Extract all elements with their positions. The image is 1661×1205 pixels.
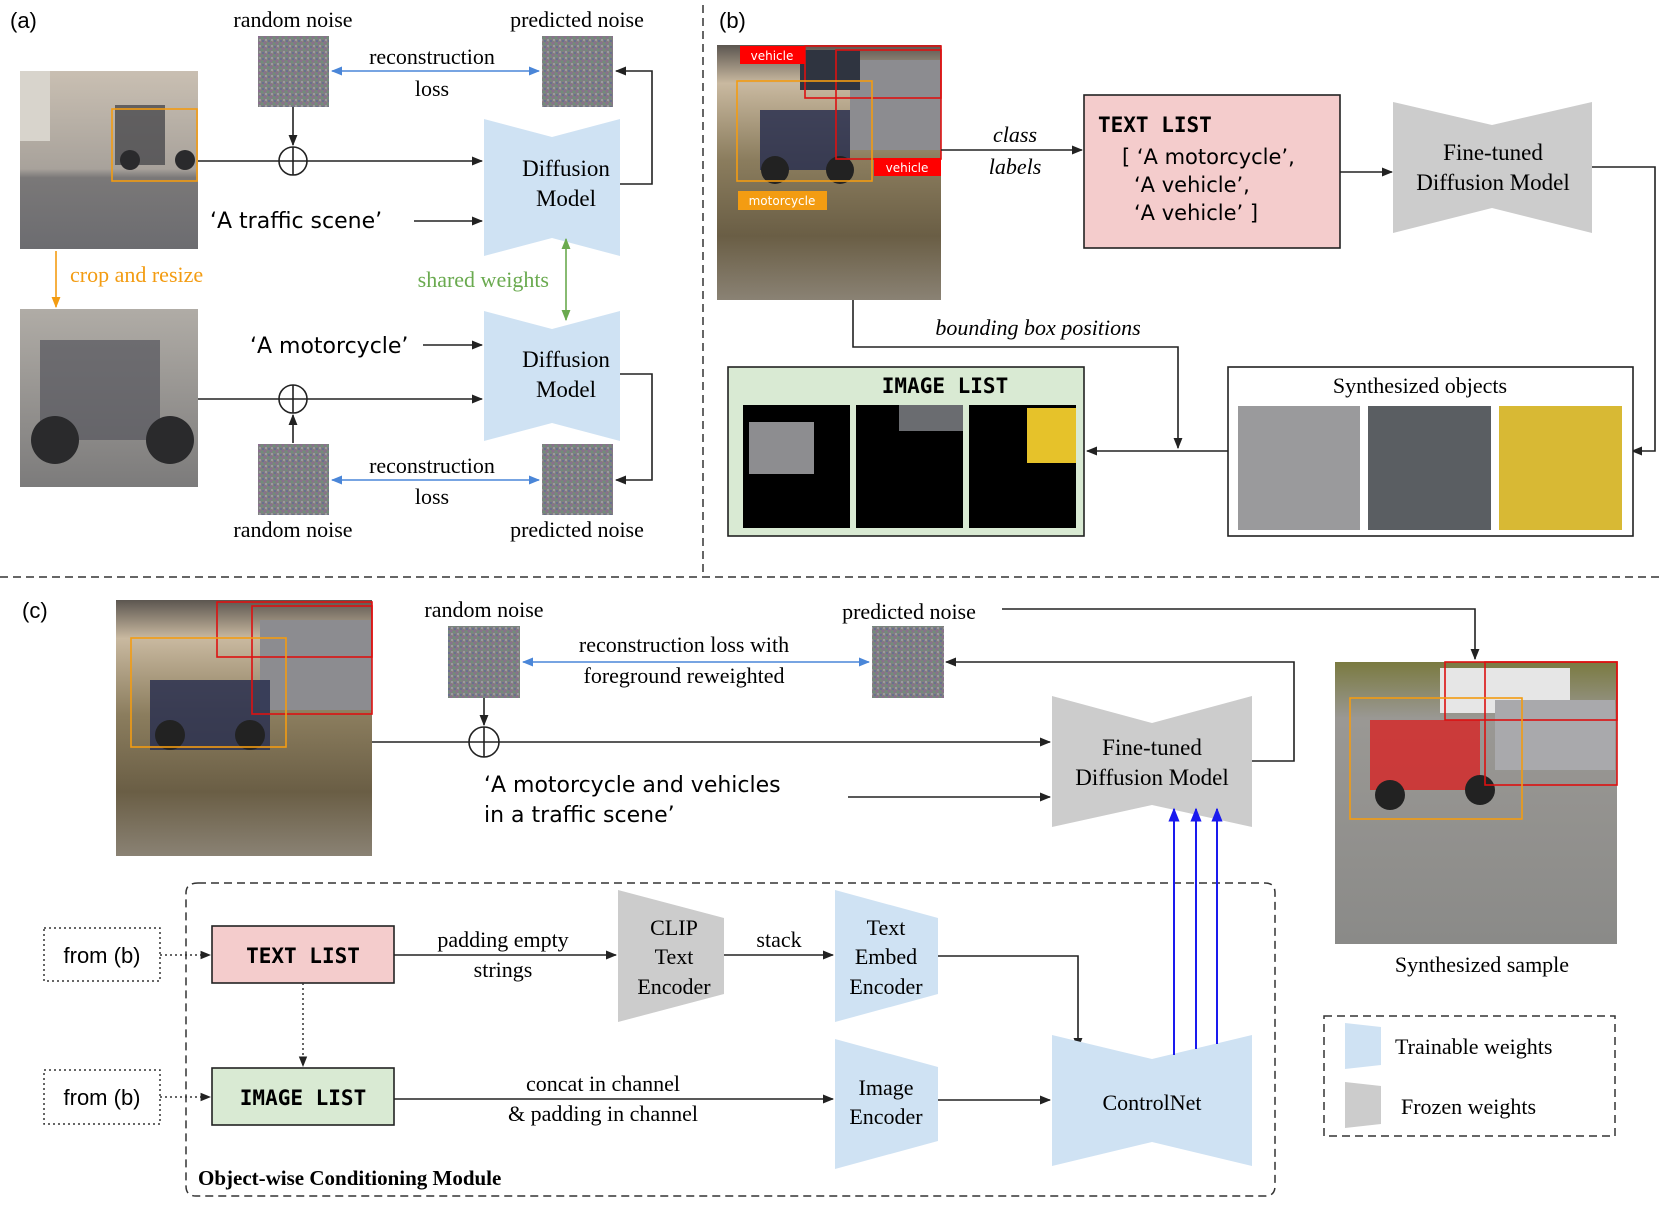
clip-label-line1: CLIP — [650, 915, 698, 940]
bbox-label-vehicle-2: vehicle — [886, 161, 929, 175]
clip-label-line2: Text — [655, 944, 694, 969]
panel-b: (b) vehicle vehicle motorcycle class lab… — [717, 8, 1656, 537]
fine-tuned-diffusion-model-b — [1393, 102, 1592, 233]
random-noise-image — [258, 36, 329, 107]
bbox-label-vehicle-1: vehicle — [751, 49, 794, 63]
cropped-motorcycle-image — [20, 309, 198, 487]
stack-label: stack — [756, 927, 801, 952]
synth-object-taxi — [1499, 406, 1622, 530]
predicted-noise-image-bottom — [542, 444, 613, 515]
padding-label-line1: padding empty — [437, 927, 568, 952]
input-scene-image — [116, 600, 373, 856]
prompt-c-line1: ‘A motorcycle and vehicles — [484, 773, 781, 798]
predicted-noise-image — [542, 36, 613, 107]
from-b-label-2: from (b) — [64, 1085, 141, 1110]
prompt-motorcycle: ‘A motorcycle’ — [250, 334, 408, 359]
image-encoder-line2: Encoder — [849, 1104, 923, 1129]
bbox-label-motorcycle: motorcycle — [749, 194, 816, 208]
legend-trainable-label: Trainable weights — [1395, 1034, 1552, 1059]
controlnet-label: ControlNet — [1103, 1090, 1202, 1115]
fine-tuned-model-c-line2: Diffusion Model — [1075, 765, 1229, 790]
shared-weights-label: shared weights — [418, 267, 549, 292]
loss-label-c-line1: reconstruction loss with — [579, 632, 789, 657]
padding-label-line2: strings — [474, 957, 533, 982]
random-noise-label: random noise — [233, 7, 352, 32]
bbox-positions-label: bounding box positions — [935, 315, 1140, 340]
prompt-c-line2: in a traffic scene’ — [484, 803, 675, 828]
class-labels-line1: class — [993, 122, 1037, 147]
concat-label-line2: & padding in channel — [508, 1101, 698, 1126]
text-embed-line3: Encoder — [849, 974, 923, 999]
loss-label-c-line2: foreground reweighted — [584, 663, 785, 688]
diffusion-model-bottom-line2: Model — [536, 377, 596, 402]
loss-label-line1: reconstruction — [369, 44, 495, 69]
panel-a: (a) random noise predicted noise reconst… — [10, 7, 653, 542]
synthesized-sample-label: Synthesized sample — [1395, 952, 1569, 977]
crop-resize-label: crop and resize — [70, 262, 203, 287]
prompt-traffic-scene: ‘A traffic scene’ — [210, 209, 382, 234]
text-list-c-label: TEXT LIST — [246, 944, 360, 968]
placed-taxi — [1027, 408, 1076, 463]
fine-tuned-model-b-line2: Diffusion Model — [1416, 170, 1570, 195]
text-list-item-2: ‘A vehicle’, — [1134, 173, 1250, 197]
random-noise-image-c — [448, 626, 520, 698]
legend-trainable-swatch — [1345, 1023, 1381, 1069]
from-b-label-1: from (b) — [64, 943, 141, 968]
diffusion-model-bottom-line1: Diffusion — [522, 347, 610, 372]
fine-tuned-model-b-line1: Fine-tuned — [1443, 140, 1543, 165]
predicted-noise-label: predicted noise — [510, 7, 644, 32]
loss-label-line2: loss — [415, 76, 449, 101]
text-list-title: TEXT LIST — [1098, 113, 1212, 137]
predicted-noise-label-bottom: predicted noise — [510, 517, 644, 542]
method-diagram: (a) random noise predicted noise reconst… — [0, 5, 1661, 1197]
text-list-item-1: [ ‘A motorcycle’, — [1122, 145, 1295, 169]
placed-car — [899, 405, 963, 431]
image-encoder-line1: Image — [859, 1075, 914, 1100]
random-noise-image-bottom — [258, 444, 329, 515]
predicted-noise-label-c: predicted noise — [842, 599, 976, 624]
image-list-c-label: IMAGE LIST — [240, 1086, 366, 1110]
clip-label-line3: Encoder — [637, 974, 711, 999]
concat-label-line1: concat in channel — [526, 1071, 680, 1096]
text-embed-line1: Text — [867, 915, 906, 940]
synth-object-motorcycle — [1238, 406, 1360, 530]
module-title: Object-wise Conditioning Module — [198, 1166, 501, 1190]
panel-c-label: (c) — [22, 598, 48, 623]
source-image-scene — [20, 71, 198, 249]
panel-a-label: (a) — [10, 8, 37, 33]
fine-tuned-model-c-line1: Fine-tuned — [1102, 735, 1202, 760]
annotated-scene-image: vehicle vehicle motorcycle — [717, 45, 942, 300]
image-list-title: IMAGE LIST — [882, 374, 1008, 398]
panel-b-label: (b) — [719, 8, 746, 33]
synthesized-objects-title: Synthesized objects — [1333, 373, 1507, 398]
text-embed-line2: Embed — [855, 944, 917, 969]
diffusion-model-top-line1: Diffusion — [522, 156, 610, 181]
random-noise-label-bottom: random noise — [233, 517, 352, 542]
placed-motorcycle — [749, 422, 814, 474]
synthesized-sample-image — [1335, 661, 1618, 944]
loss-label-bottom-line2: loss — [415, 484, 449, 509]
loss-label-bottom-line1: reconstruction — [369, 453, 495, 478]
class-labels-line2: labels — [989, 154, 1042, 179]
synth-object-car — [1368, 406, 1491, 530]
text-list-item-3: ‘A vehicle’ ] — [1134, 201, 1258, 225]
predicted-noise-image-c — [872, 626, 944, 698]
fine-tuned-diffusion-model-c — [1052, 696, 1252, 827]
panel-c: (c) random noise predicted noise reconst… — [22, 597, 1618, 1197]
legend-frozen-label: Frozen weights — [1401, 1094, 1536, 1119]
legend-frozen-swatch — [1345, 1082, 1381, 1128]
diffusion-model-top-line2: Model — [536, 186, 596, 211]
random-noise-label-c: random noise — [424, 597, 543, 622]
diffusion-model-bottom — [484, 311, 620, 441]
